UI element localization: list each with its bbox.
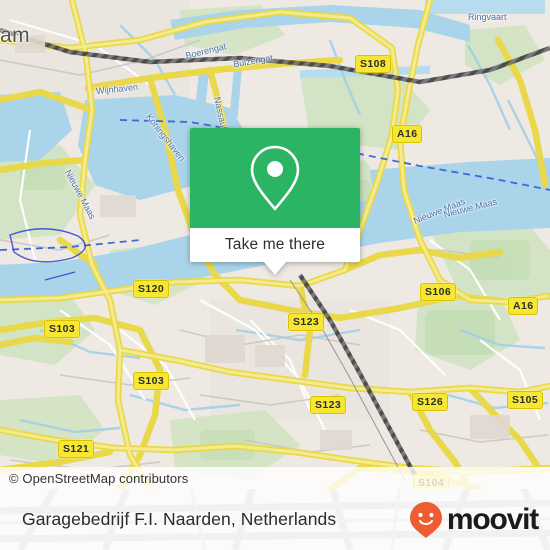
moovit-smiling-pin-icon bbox=[409, 501, 442, 538]
take-me-there-label: Take me there bbox=[224, 236, 326, 253]
map-pin-icon bbox=[250, 145, 300, 211]
route-shield[interactable]: S103 bbox=[44, 320, 81, 338]
osm-attribution-text: © OpenStreetMap contributors bbox=[9, 470, 189, 486]
route-shield[interactable]: S105 bbox=[507, 391, 544, 409]
moovit-map-screenshot: am Ringvaart Boerengat Buizengat Wijnhav… bbox=[0, 0, 550, 550]
popup-body[interactable]: Take me there bbox=[190, 228, 360, 275]
route-shield[interactable]: S106 bbox=[420, 283, 457, 301]
popup-pointer bbox=[264, 262, 286, 275]
route-shield[interactable]: S123 bbox=[310, 396, 347, 414]
osm-attribution[interactable]: © OpenStreetMap contributors bbox=[0, 467, 550, 489]
map-canvas[interactable]: am Ringvaart Boerengat Buizengat Wijnhav… bbox=[0, 0, 550, 489]
route-shield[interactable]: S126 bbox=[412, 393, 449, 411]
route-shield[interactable]: S103 bbox=[133, 372, 170, 390]
footer-bar: Garagebedrijf F.I. Naarden, Netherlands … bbox=[0, 489, 550, 550]
place-title-text: Garagebedrijf F.I. Naarden, Netherlands bbox=[22, 509, 337, 529]
route-shield[interactable]: S121 bbox=[58, 440, 95, 458]
route-shield[interactable]: A16 bbox=[508, 297, 539, 315]
moovit-logo[interactable]: moovit bbox=[409, 489, 539, 550]
destination-popup[interactable]: Take me there bbox=[190, 128, 360, 275]
route-shield[interactable]: A16 bbox=[392, 125, 423, 143]
route-shield[interactable]: S108 bbox=[355, 55, 392, 73]
moovit-wordmark: moovit bbox=[446, 502, 539, 536]
route-shield[interactable]: S123 bbox=[288, 313, 325, 331]
place-title: Garagebedrijf F.I. Naarden, Netherlands bbox=[22, 489, 336, 550]
route-shield[interactable]: S120 bbox=[133, 280, 170, 298]
popup-header bbox=[190, 128, 360, 228]
